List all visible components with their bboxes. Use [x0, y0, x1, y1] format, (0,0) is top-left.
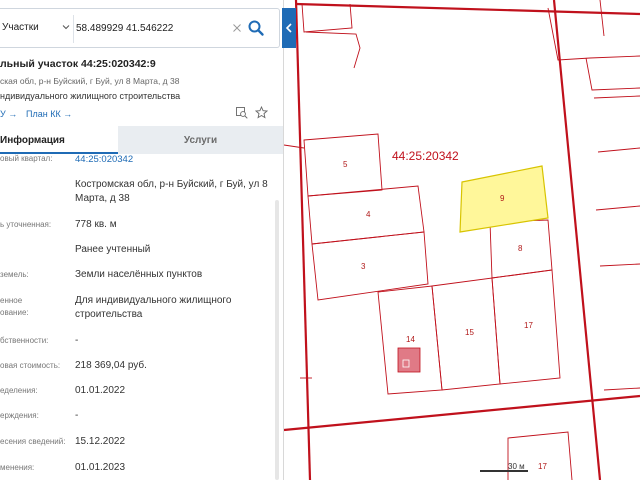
row-value-address: Костромская обл, р-н Буйский, г Буй, ул … — [75, 179, 268, 204]
row-value-cadastral-value: 218 369,04 руб. — [75, 360, 147, 371]
parcel-boundaries — [283, 0, 640, 480]
row-value-approval-date: - — [75, 410, 79, 421]
search-bar: Участки — [0, 8, 280, 48]
row-label-permitted-use: енное ование: — [0, 296, 29, 317]
row-value-determination-date: 01.01.2022 — [75, 385, 126, 396]
scale-bar-label: 30 м — [508, 462, 525, 471]
parcel-label-14: 14 — [406, 335, 415, 344]
parcel-label-bottom-17: 17 — [538, 462, 547, 471]
parcel-label-9: 9 — [500, 194, 505, 203]
row-value-area: 778 кв. м — [75, 219, 117, 230]
row-value-entry-date: 15.12.2022 — [75, 436, 126, 447]
chevron-left-icon — [285, 23, 292, 33]
info-panel: Участки льный участок 44:25:020342:9 ска… — [0, 0, 284, 480]
map-search-icon[interactable] — [236, 107, 248, 119]
row-label-entry-date: есения сведений: — [0, 437, 66, 446]
parcel-label-5: 5 — [343, 160, 348, 169]
search-divider — [73, 15, 74, 43]
row-label-determination-date: еделения: — [0, 386, 38, 395]
star-icon[interactable] — [255, 106, 268, 119]
search-type-select[interactable]: Участки — [2, 22, 39, 33]
object-address: ская обл, р-н Буйский, г Буй, ул 8 Марта… — [0, 76, 180, 86]
parcel-label-3: 3 — [361, 262, 366, 271]
link-ku[interactable]: У → — [0, 109, 17, 119]
parcel-label-15: 15 — [465, 328, 474, 337]
scale-bar: 30 м — [480, 462, 568, 474]
row-value-quarter[interactable]: 44:25:020342 — [75, 153, 275, 167]
row-value-permitted-use: Для индивидуального жилищного строительс… — [75, 295, 232, 320]
link-plan-kk[interactable]: План КК → — [26, 109, 72, 119]
row-value-application-date: 01.01.2023 — [75, 462, 126, 473]
quarter-boundaries — [283, 0, 640, 480]
row-label-application-date: менения: — [0, 463, 35, 472]
row-label-cadastral-value: овая стоимость: — [0, 361, 61, 370]
row-label-quarter: овый квартал: — [0, 154, 53, 163]
tab-info[interactable]: Информация — [0, 126, 118, 154]
row-value-ownership: - — [75, 335, 79, 346]
search-input[interactable] — [76, 19, 226, 37]
row-value-status: Ранее учтенный — [75, 244, 151, 255]
close-icon[interactable] — [232, 23, 242, 33]
parcel-label-17: 17 — [524, 321, 533, 330]
quarter-label: 44:25:20342 — [392, 149, 459, 163]
collapse-panel-button[interactable] — [282, 8, 296, 48]
row-label-ownership: бственности: — [0, 336, 49, 345]
object-permitted-use: ндивидуального жилищного строительства — [0, 91, 181, 101]
panel-scrollbar[interactable] — [275, 200, 279, 480]
search-icon[interactable] — [246, 18, 266, 38]
row-label-land-category: земель: — [0, 270, 29, 279]
row-label-area: ь уточненная: — [0, 220, 52, 229]
tab-info-label: Информация — [0, 135, 65, 146]
row-value-land-category: Земли населённых пунктов — [75, 269, 203, 280]
row-label-approval-date: ерждения: — [0, 411, 39, 420]
tab-services[interactable]: Услуги — [118, 126, 283, 154]
parcel-label-4: 4 — [366, 210, 371, 219]
chevron-down-icon[interactable] — [62, 23, 70, 31]
panel-tabs: Информация Услуги — [0, 126, 283, 154]
tab-services-label: Услуги — [183, 135, 218, 146]
object-title: льный участок 44:25:020342:9 — [0, 58, 156, 70]
parcel-label-8: 8 — [518, 244, 523, 253]
